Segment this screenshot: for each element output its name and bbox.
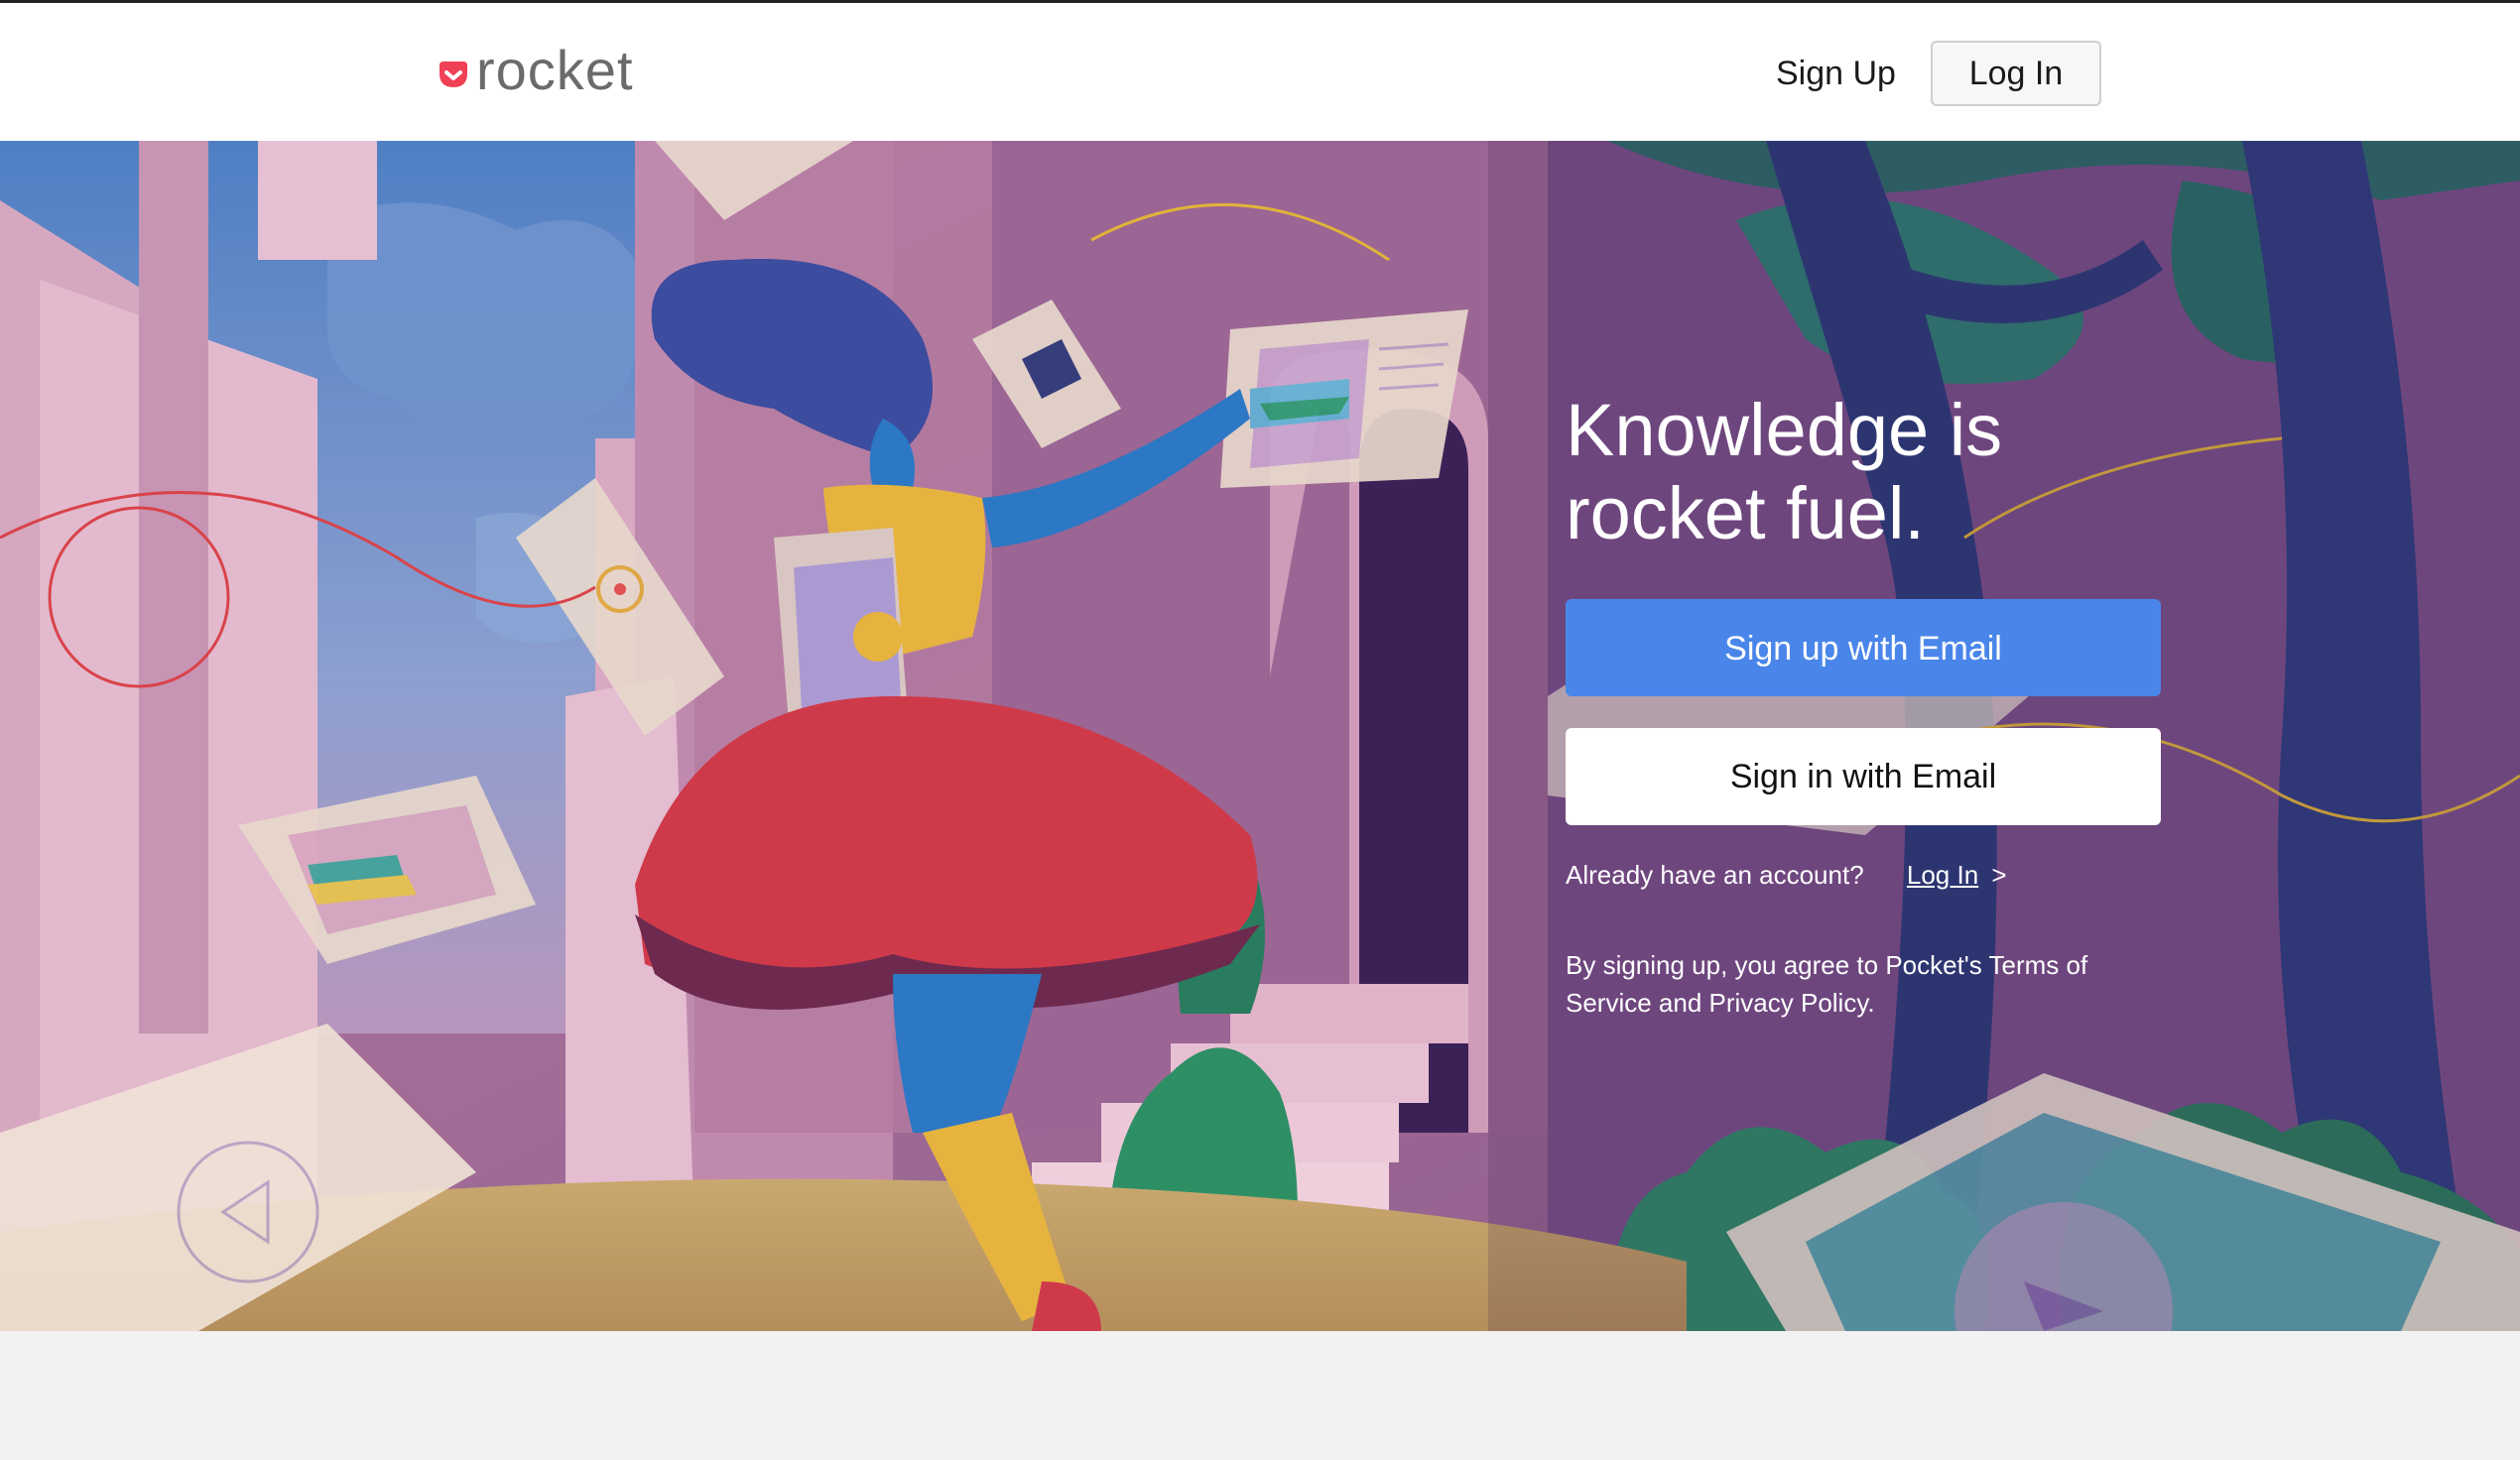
header-signup-link[interactable]: Sign Up [1776, 49, 1896, 98]
site-header: rocket Sign Up Log In [0, 3, 2520, 141]
logo[interactable]: rocket [437, 41, 634, 100]
header-login-button[interactable]: Log In [1931, 41, 2101, 106]
already-have-account-text: Already have an account? [1566, 860, 1864, 890]
hero-section: Knowledge is rocket fuel. Sign up with E… [0, 141, 2520, 1331]
logo-text: rocket [476, 39, 634, 101]
hero-login-link[interactable]: Log In [1907, 860, 1978, 890]
page-footer-area [0, 1331, 2520, 1460]
already-have-account: Already have an account? Log In > [1566, 855, 2007, 895]
terms-text: By signing up, you agree to Pocket's Ter… [1566, 950, 2088, 1018]
signup-with-email-button[interactable]: Sign up with Email [1566, 599, 2161, 696]
chevron-right-icon: > [1991, 860, 2007, 890]
hero-title-line-2: rocket fuel. [1566, 472, 1925, 554]
hero-title: Knowledge is rocket fuel. [1566, 389, 2260, 555]
rocket-logo-icon [440, 61, 467, 87]
hero-title-line-1: Knowledge is [1566, 389, 2003, 471]
signin-with-email-button[interactable]: Sign in with Email [1566, 728, 2161, 825]
